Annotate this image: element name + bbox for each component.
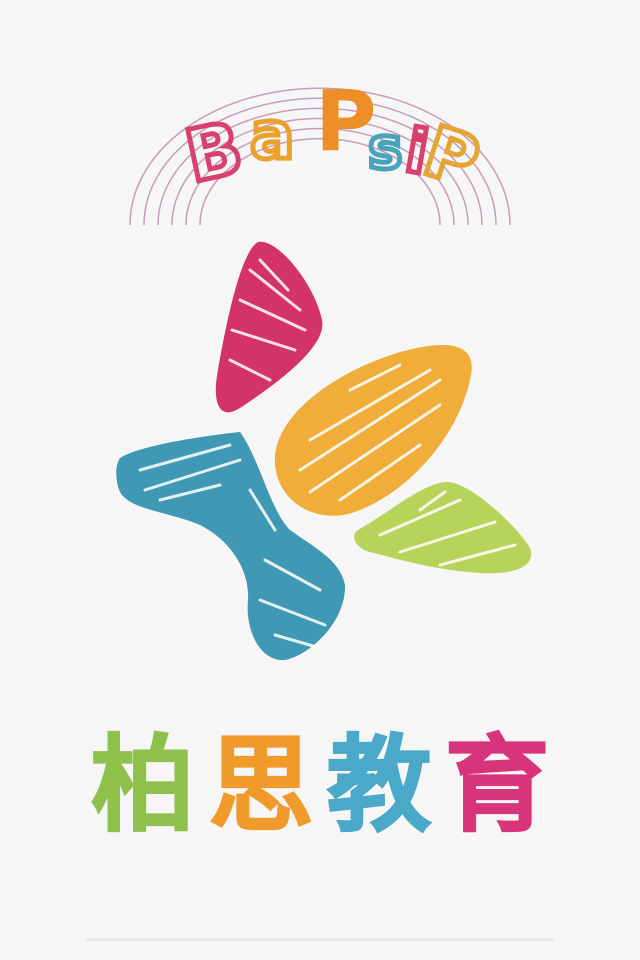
brand-char-4: 育 xyxy=(444,724,550,846)
brand-char-2: 思 xyxy=(208,724,314,846)
wordmark-letters: B a P s i P xyxy=(176,72,491,206)
brand-char-3: 教 xyxy=(326,724,432,846)
wordmark-logo: B a P s i P xyxy=(129,72,511,226)
wordmark-letter-a: a xyxy=(250,97,295,174)
brand-char-1: 柏 xyxy=(90,724,196,846)
brand-name: 柏 思 教 育 xyxy=(0,715,640,855)
bottom-divider xyxy=(85,938,555,941)
splash-screen: B a P s i P 柏 思 教 育 xyxy=(0,0,640,960)
wordmark-letter-b: B xyxy=(178,105,249,199)
wordmark-letter-s: s xyxy=(368,114,403,182)
pink-petal xyxy=(215,241,323,413)
pinwheel-logo xyxy=(116,241,532,661)
